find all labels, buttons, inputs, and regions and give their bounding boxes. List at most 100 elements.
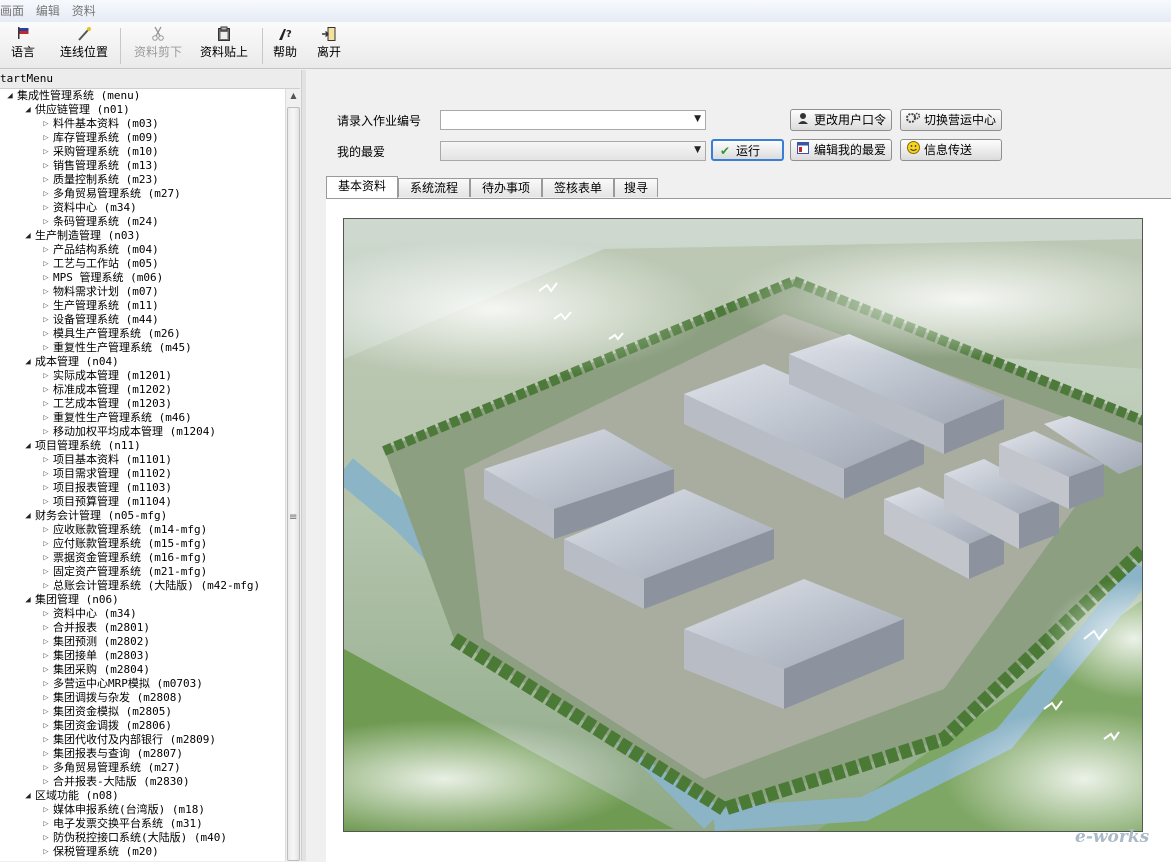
tree-node[interactable]: ▷ 多营运中心MRP模拟 (m0703) bbox=[0, 677, 285, 691]
tree-node-label[interactable]: 供应链管理 (n01) bbox=[35, 103, 130, 117]
run-button[interactable]: ✔ 运行 bbox=[711, 139, 784, 161]
switch-center-button[interactable]: 切换营运中心 bbox=[900, 109, 1002, 131]
tree-node-label[interactable]: 模具生产管理系统 (m26) bbox=[53, 327, 181, 341]
send-message-button[interactable]: 信息传送 bbox=[900, 139, 1002, 161]
tree-node[interactable]: ▷ 实际成本管理 (m1201) bbox=[0, 369, 285, 383]
tree-node[interactable]: ▷ 媒体申报系统(台湾版) (m18) bbox=[0, 803, 285, 817]
menu-edit[interactable]: 编辑 bbox=[36, 0, 68, 20]
menu-screen[interactable]: 画面 bbox=[0, 0, 32, 20]
tree-node[interactable]: ▷ 防伪税控接口系统(大陆版) (m40) bbox=[0, 831, 285, 845]
tree-node[interactable]: ◢ 集成性管理系统 (menu) bbox=[0, 89, 285, 103]
tree-node[interactable]: ▷ 应收账款管理系统 (m14-mfg) bbox=[0, 523, 285, 537]
collapsed-arrow-icon[interactable]: ▷ bbox=[40, 201, 52, 215]
collapsed-arrow-icon[interactable]: ▷ bbox=[40, 817, 52, 831]
tree-node-label[interactable]: 多角贸易管理系统 (m27) bbox=[53, 187, 181, 201]
tree-node[interactable]: ▷ 电子发票交换平台系统 (m31) bbox=[0, 817, 285, 831]
tree-node[interactable]: ▷ 资料中心 (m34) bbox=[0, 201, 285, 215]
paste-data-button[interactable]: 资料贴上 bbox=[196, 26, 252, 66]
tree-node-label[interactable]: 采购管理系统 (m10) bbox=[53, 145, 159, 159]
tree-node[interactable]: ▷ 集团接单 (m2803) bbox=[0, 649, 285, 663]
tree-node[interactable]: ▷ 重复性生产管理系统 (m45) bbox=[0, 341, 285, 355]
tree-node-label[interactable]: 多角贸易管理系统 (m27) bbox=[53, 761, 181, 775]
tree-node-label[interactable]: 防伪税控接口系统(大陆版) (m40) bbox=[53, 831, 227, 845]
tree-node[interactable]: ▷ 重复性生产管理系统 (m46) bbox=[0, 411, 285, 425]
tree-node[interactable]: ▷ 物料需求计划 (m07) bbox=[0, 285, 285, 299]
collapsed-arrow-icon[interactable]: ▷ bbox=[40, 187, 52, 201]
tree-node-label[interactable]: 项目预算管理 (m1104) bbox=[53, 495, 172, 509]
tree-node[interactable]: ▷ 项目基本资料 (m1101) bbox=[0, 453, 285, 467]
expanded-arrow-icon[interactable]: ◢ bbox=[22, 439, 34, 453]
tree-node[interactable]: ▷ 合并报表 (m2801) bbox=[0, 621, 285, 635]
tree-node[interactable]: ◢ 成本管理 (n04) bbox=[0, 355, 285, 369]
tree-node-label[interactable]: 项目管理系统 (n11) bbox=[35, 439, 141, 453]
tree-node[interactable]: ▷ 集团预测 (m2802) bbox=[0, 635, 285, 649]
collapsed-arrow-icon[interactable]: ▷ bbox=[40, 411, 52, 425]
tree-node-label[interactable]: 合并报表 (m2801) bbox=[53, 621, 150, 635]
tree-node-label[interactable]: 集成性管理系统 (menu) bbox=[17, 89, 140, 103]
expanded-arrow-icon[interactable]: ◢ bbox=[4, 89, 16, 103]
tree-node-label[interactable]: 合并报表-大陆版 (m2830) bbox=[53, 775, 190, 789]
tree-node-label[interactable]: 生产制造管理 (n03) bbox=[35, 229, 141, 243]
tree-node-label[interactable]: 票据资金管理系统 (m16-mfg) bbox=[53, 551, 207, 565]
edit-favorites-button[interactable]: 编辑我的最爱 bbox=[790, 139, 892, 161]
tree-node-label[interactable]: 料件基本资料 (m03) bbox=[53, 117, 159, 131]
tree-node-label[interactable]: 应收账款管理系统 (m14-mfg) bbox=[53, 523, 207, 537]
tree-node-label[interactable]: 保税管理系统 (m20) bbox=[53, 845, 159, 859]
tree-node[interactable]: ▷ 集团调拨与杂发 (m2808) bbox=[0, 691, 285, 705]
tree-node-label[interactable]: 资料中心 (m34) bbox=[53, 201, 137, 215]
tree-node-label[interactable]: 集团预测 (m2802) bbox=[53, 635, 150, 649]
collapsed-arrow-icon[interactable]: ▷ bbox=[40, 845, 52, 859]
tree-node[interactable]: ▷ 合并报表-大陆版 (m2830) bbox=[0, 775, 285, 789]
exit-button[interactable]: 离开 bbox=[314, 26, 344, 66]
tree-node[interactable]: ▷ 项目需求管理 (m1102) bbox=[0, 467, 285, 481]
tree-node-label[interactable]: 集团资金模拟 (m2805) bbox=[53, 705, 172, 719]
tree-node[interactable]: ▷ 条码管理系统 (m24) bbox=[0, 215, 285, 229]
tree-node[interactable]: ▷ 设备管理系统 (m44) bbox=[0, 313, 285, 327]
expanded-arrow-icon[interactable]: ◢ bbox=[22, 229, 34, 243]
tree-node[interactable]: ▷ 产品结构系统 (m04) bbox=[0, 243, 285, 257]
collapsed-arrow-icon[interactable]: ▷ bbox=[40, 313, 52, 327]
tree-node[interactable]: ▷ 多角贸易管理系统 (m27) bbox=[0, 761, 285, 775]
help-button[interactable]: ? 帮助 bbox=[270, 26, 300, 66]
collapsed-arrow-icon[interactable]: ▷ bbox=[40, 215, 52, 229]
tree-node[interactable]: ▷ 票据资金管理系统 (m16-mfg) bbox=[0, 551, 285, 565]
collapsed-arrow-icon[interactable]: ▷ bbox=[40, 649, 52, 663]
tree-node[interactable]: ▷ 项目预算管理 (m1104) bbox=[0, 495, 285, 509]
collapsed-arrow-icon[interactable]: ▷ bbox=[40, 551, 52, 565]
collapsed-arrow-icon[interactable]: ▷ bbox=[40, 747, 52, 761]
tree-node-label[interactable]: 集团管理 (n06) bbox=[35, 593, 119, 607]
tree-node[interactable]: ▷ 多角贸易管理系统 (m27) bbox=[0, 187, 285, 201]
tree-node-label[interactable]: 集团资金调拨 (m2806) bbox=[53, 719, 172, 733]
tree-node[interactable]: ▷ 集团资金调拨 (m2806) bbox=[0, 719, 285, 733]
tab-approval-forms[interactable]: 签核表单 bbox=[542, 178, 614, 197]
collapsed-arrow-icon[interactable]: ▷ bbox=[40, 243, 52, 257]
tree-node[interactable]: ▷ 集团报表与查询 (m2807) bbox=[0, 747, 285, 761]
tree-node[interactable]: ◢ 集团管理 (n06) bbox=[0, 593, 285, 607]
expanded-arrow-icon[interactable]: ◢ bbox=[22, 355, 34, 369]
tree-node-label[interactable]: 多营运中心MRP模拟 (m0703) bbox=[53, 677, 203, 691]
collapsed-arrow-icon[interactable]: ▷ bbox=[40, 397, 52, 411]
collapsed-arrow-icon[interactable]: ▷ bbox=[40, 607, 52, 621]
tree-node[interactable]: ▷ MPS 管理系统 (m06) bbox=[0, 271, 285, 285]
collapsed-arrow-icon[interactable]: ▷ bbox=[40, 453, 52, 467]
tree-node[interactable]: ▷ 应付账款管理系统 (m15-mfg) bbox=[0, 537, 285, 551]
collapsed-arrow-icon[interactable]: ▷ bbox=[40, 635, 52, 649]
tree-node[interactable]: ▷ 集团资金模拟 (m2805) bbox=[0, 705, 285, 719]
tree-node[interactable]: ▷ 固定资产管理系统 (m21-mfg) bbox=[0, 565, 285, 579]
tree-node[interactable]: ▷ 销售管理系统 (m13) bbox=[0, 159, 285, 173]
tree-node[interactable]: ▷ 移动加权平均成本管理 (m1204) bbox=[0, 425, 285, 439]
expanded-arrow-icon[interactable]: ◢ bbox=[22, 593, 34, 607]
tree-node[interactable]: ◢ 供应链管理 (n01) bbox=[0, 103, 285, 117]
tree-node-label[interactable]: 物料需求计划 (m07) bbox=[53, 285, 159, 299]
language-button[interactable]: 语言 bbox=[8, 26, 38, 66]
tree-node[interactable]: ▷ 集团采购 (m2804) bbox=[0, 663, 285, 677]
tree-node-label[interactable]: 项目报表管理 (m1103) bbox=[53, 481, 172, 495]
tab-basic-data[interactable]: 基本资料 bbox=[326, 176, 398, 198]
collapsed-arrow-icon[interactable]: ▷ bbox=[40, 173, 52, 187]
collapsed-arrow-icon[interactable]: ▷ bbox=[40, 467, 52, 481]
collapsed-arrow-icon[interactable]: ▷ bbox=[40, 383, 52, 397]
tree-node-label[interactable]: 财务会计管理 (n05-mfg) bbox=[35, 509, 167, 523]
tree-node-label[interactable]: 销售管理系统 (m13) bbox=[53, 159, 159, 173]
tree-node-label[interactable]: 成本管理 (n04) bbox=[35, 355, 119, 369]
tree-node[interactable]: ▷ 资料中心 (m34) bbox=[0, 607, 285, 621]
